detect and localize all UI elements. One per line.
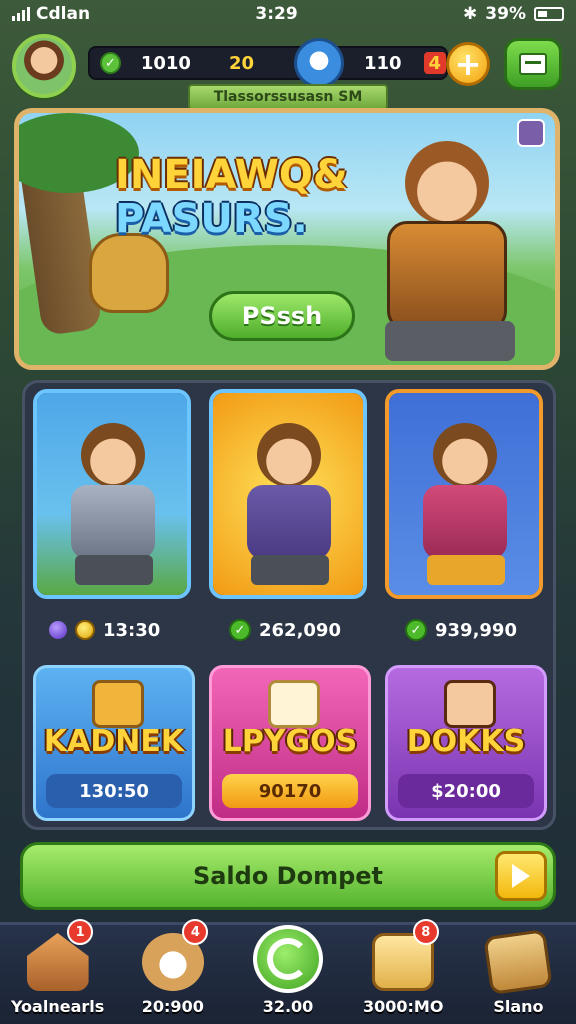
- dice-icon: [268, 680, 320, 728]
- offer-card-1[interactable]: KADNEK 130:50: [33, 665, 195, 821]
- wallet-button-label: Saldo Dompet: [192, 862, 384, 890]
- hero-card-1-head: [81, 423, 145, 487]
- offer-1-name: KADNEK: [43, 724, 185, 759]
- hero-1-price-row: 13:30: [39, 613, 170, 647]
- battery-icon: [533, 7, 564, 21]
- hero-card-1[interactable]: [33, 389, 191, 599]
- nav-item-home[interactable]: 1 Yoalnearls: [0, 919, 115, 1024]
- currency-4-value: 4: [423, 52, 446, 74]
- refresh-icon: [253, 925, 323, 993]
- add-currency-button[interactable]: +: [446, 42, 490, 86]
- signal-icon: [12, 7, 30, 21]
- mascot-icon: [294, 38, 344, 88]
- menu-card-icon: [519, 53, 547, 75]
- clock: 3:29: [255, 4, 298, 24]
- status-bar: Cdlan 3:29 ✱ 39%: [0, 0, 576, 28]
- banner-title: INEIAWQ& PASURS.: [115, 153, 415, 241]
- nav-item-pets[interactable]: 4 20:900: [115, 919, 230, 1024]
- hero-legs: [385, 321, 515, 361]
- hero-card-2[interactable]: [209, 389, 367, 599]
- hero-card-1-legs: [75, 555, 153, 585]
- currency-bar: ✓ 1010 20 110 4: [88, 46, 448, 80]
- hero-card-1-body: [71, 485, 155, 559]
- bottom-nav: 1 Yoalnearls 4 20:900 32.00 8 3000:MO Sl…: [0, 919, 576, 1024]
- nav-cards-label: Slano: [493, 997, 544, 1016]
- hero-head: [405, 141, 489, 225]
- nav-chest-label: 3000:MO: [362, 997, 444, 1016]
- shop-panel: 13:30 ✓ 262,090 ✓ 939,990 KADNEK 130:50 …: [22, 380, 556, 830]
- offer-2-name: LPYGOS: [222, 724, 358, 759]
- arrow-right-icon[interactable]: [495, 851, 547, 901]
- nav-pets-badge: 4: [182, 919, 209, 945]
- player-avatar[interactable]: [12, 34, 76, 98]
- hero-card-2-body: [247, 485, 331, 559]
- currency-1-value: 1010: [140, 52, 191, 74]
- nav-home-label: Yoalnearls: [10, 997, 105, 1016]
- check-icon: ✓: [405, 619, 427, 641]
- check-icon: ✓: [229, 619, 251, 641]
- gem-icon: [49, 621, 67, 639]
- hero-card-2-legs: [251, 555, 329, 585]
- offer-2-price[interactable]: 90170: [222, 774, 358, 808]
- banner-subtitle: Tlassorssusasn SM: [188, 84, 388, 110]
- hero-card-3-head: [433, 423, 497, 487]
- chest-icon: [92, 680, 144, 728]
- banner-play-button[interactable]: PSssh: [209, 291, 355, 341]
- hero-card-2-head: [257, 423, 321, 487]
- offer-3-price[interactable]: $20:00: [398, 774, 534, 808]
- hero-3-price-row: ✓ 939,990: [395, 613, 527, 647]
- coin-icon: [75, 620, 95, 640]
- hero-2-price-row: ✓ 262,090: [219, 613, 351, 647]
- nav-item-refresh[interactable]: 32.00: [230, 925, 345, 1024]
- portrait-icon: [444, 680, 496, 728]
- nav-pets-label: 20:900: [141, 997, 204, 1016]
- hero-card-3-legs: [427, 555, 505, 585]
- nav-item-cards[interactable]: Slano: [461, 925, 576, 1024]
- currency-3-value: 110: [364, 52, 402, 74]
- offer-card-3[interactable]: DOKKS $20:00: [385, 665, 547, 821]
- hero-card-3-body: [423, 485, 507, 559]
- featured-banner[interactable]: INEIAWQ& PASURS. PSssh: [14, 108, 560, 370]
- nav-refresh-label: 32.00: [262, 997, 314, 1016]
- nav-item-chest[interactable]: 8 3000:MO: [346, 919, 461, 1024]
- banner-title-line1: INEIAWQ&: [115, 152, 348, 198]
- banner-title-line2: PASURS.: [115, 196, 308, 242]
- wallet-button[interactable]: Saldo Dompet: [20, 842, 556, 910]
- hero-3-price: 939,990: [435, 619, 517, 641]
- banner-pet: [89, 233, 169, 313]
- offer-3-name: DOKKS: [406, 724, 526, 759]
- battery-percent: 39%: [485, 4, 526, 24]
- nav-home-badge: 1: [67, 919, 94, 945]
- carrier-name: Cdlan: [36, 4, 91, 24]
- bluetooth-icon: ✱: [463, 4, 478, 24]
- inbox-button[interactable]: [504, 38, 562, 90]
- currency-2-value: 20: [228, 52, 254, 74]
- settings-badge-icon[interactable]: [517, 119, 545, 147]
- check-icon: ✓: [100, 52, 121, 74]
- hero-2-price: 262,090: [259, 619, 341, 641]
- nav-chest-badge: 8: [412, 919, 439, 945]
- offer-1-price[interactable]: 130:50: [46, 774, 182, 808]
- card-icon: [483, 928, 554, 996]
- hero-1-price: 13:30: [103, 619, 161, 641]
- offer-card-2[interactable]: LPYGOS 90170: [209, 665, 371, 821]
- hero-card-3[interactable]: [385, 389, 543, 599]
